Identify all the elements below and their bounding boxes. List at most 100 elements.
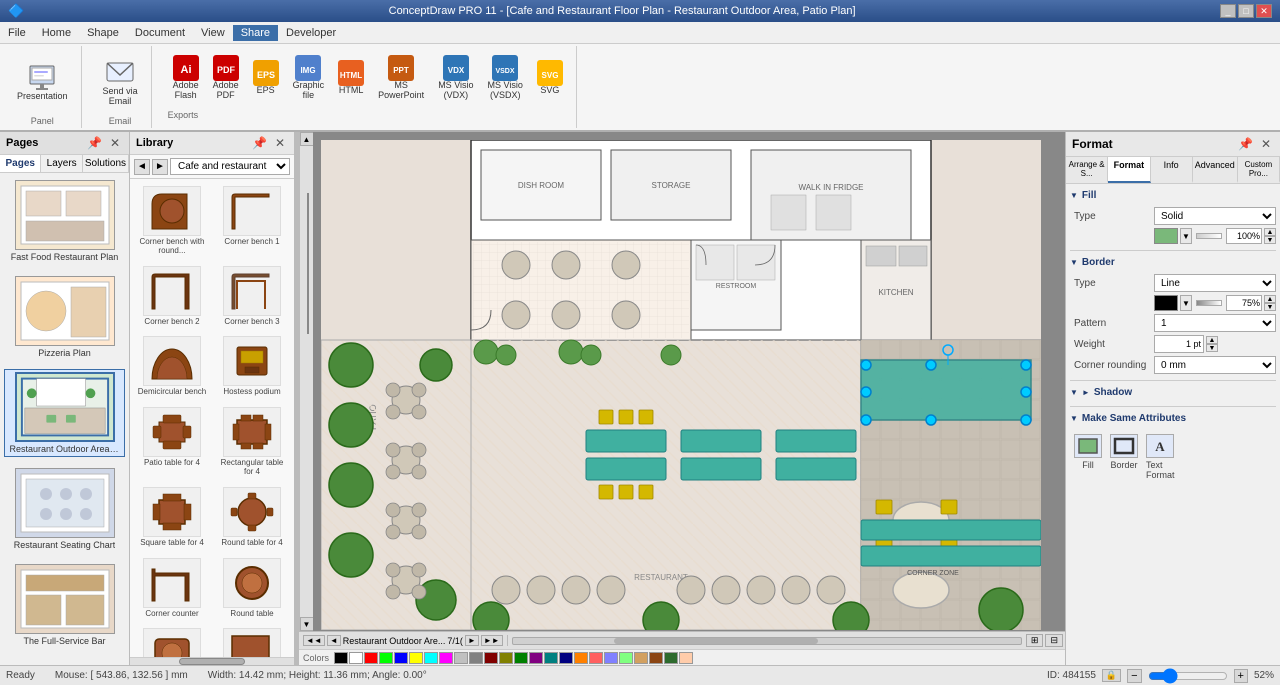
border-weight-up[interactable]: ▲ — [1206, 336, 1218, 344]
fill-opacity-down[interactable]: ▼ — [1264, 236, 1276, 244]
shadow-section-header[interactable]: ► Shadow — [1070, 385, 1276, 400]
ribbon-btn-svg[interactable]: SVG SVG — [532, 57, 568, 99]
library-scroll-thumb[interactable] — [179, 658, 245, 665]
lib-item-hostess-podium[interactable]: Hostess podium — [214, 333, 290, 400]
border-color-swatch[interactable] — [1154, 295, 1178, 311]
ribbon-btn-powerpoint[interactable]: PPT MSPowerPoint — [373, 52, 429, 104]
color-brown[interactable] — [649, 652, 663, 664]
page-item-fastfood[interactable]: Fast Food Restaurant Plan — [4, 177, 125, 265]
format-close-button[interactable]: ✕ — [1258, 136, 1274, 152]
border-weight-down[interactable]: ▼ — [1206, 344, 1218, 352]
fill-type-select[interactable]: Solid — [1154, 207, 1276, 225]
menu-home[interactable]: Home — [34, 25, 79, 41]
fill-opacity-slider[interactable] — [1196, 233, 1222, 239]
menu-view[interactable]: View — [193, 25, 233, 41]
library-next-button[interactable]: ► — [152, 159, 168, 175]
color-olive[interactable] — [499, 652, 513, 664]
color-red[interactable] — [364, 652, 378, 664]
menu-share[interactable]: Share — [233, 25, 278, 41]
ftab-custom[interactable]: Custom Pro... — [1238, 157, 1280, 183]
page-next-button[interactable]: ► — [465, 635, 479, 646]
pages-pin-button[interactable]: 📌 — [84, 135, 105, 151]
pages-close-button[interactable]: ✕ — [107, 135, 123, 151]
page-item-fullservice[interactable]: The Full-Service Bar — [4, 561, 125, 649]
border-type-select[interactable]: Line — [1154, 274, 1276, 292]
fill-opacity-up[interactable]: ▲ — [1264, 228, 1276, 236]
ribbon-btn-visio-vsdx[interactable]: VSDX MS Visio(VSDX) — [483, 52, 528, 104]
zoom-slider[interactable] — [1148, 670, 1228, 682]
page-item-outdoor[interactable]: Restaurant Outdoor Area, Pati... — [4, 369, 125, 457]
color-navy[interactable] — [559, 652, 573, 664]
minimize-button[interactable]: _ — [1220, 4, 1236, 18]
fill-color-swatch[interactable] — [1154, 228, 1178, 244]
lib-item-corner-bench-round[interactable]: Corner bench with round... — [134, 183, 210, 259]
border-color-dropdown-btn[interactable]: ▼ — [1180, 295, 1192, 311]
fill-color-dropdown-btn[interactable]: ▼ — [1180, 228, 1192, 244]
format-pin-button[interactable]: 📌 — [1235, 136, 1256, 152]
vscroll-up-button[interactable]: ▲ — [300, 132, 314, 146]
vscroll-thumb[interactable] — [307, 193, 309, 334]
ribbon-btn-html[interactable]: HTML HTML — [333, 57, 369, 99]
tab-layers[interactable]: Layers — [41, 155, 82, 172]
maximize-button[interactable]: □ — [1238, 4, 1254, 18]
menu-shape[interactable]: Shape — [79, 25, 127, 41]
ftab-advanced[interactable]: Advanced — [1193, 157, 1238, 183]
color-cyan[interactable] — [424, 652, 438, 664]
color-dk-green[interactable] — [664, 652, 678, 664]
hscroll-thumb[interactable] — [614, 638, 817, 644]
ribbon-btn-eps[interactable]: EPS EPS — [248, 57, 284, 99]
color-lime[interactable] — [379, 652, 393, 664]
status-zoom-in-button[interactable]: + — [1234, 669, 1248, 683]
lib-item-square-table-round[interactable]: Square table with round... — [134, 625, 210, 657]
lib-item-rect-table-4[interactable]: Rectangular table for 4 — [214, 404, 290, 480]
color-magenta[interactable] — [439, 652, 453, 664]
page-first-button[interactable]: ◄◄ — [303, 635, 325, 646]
color-yellow[interactable] — [409, 652, 423, 664]
color-black[interactable] — [334, 652, 348, 664]
color-orange[interactable] — [574, 652, 588, 664]
color-maroon[interactable] — [484, 652, 498, 664]
border-opacity-input[interactable] — [1226, 295, 1262, 311]
ribbon-btn-email[interactable]: Send viaEmail — [98, 52, 143, 110]
color-blue[interactable] — [394, 652, 408, 664]
page-prev-button[interactable]: ◄ — [327, 635, 341, 646]
border-opacity-up[interactable]: ▲ — [1264, 295, 1276, 303]
border-pattern-select[interactable]: 1 — [1154, 314, 1276, 332]
library-close-button[interactable]: ✕ — [272, 135, 288, 151]
ribbon-btn-visio-vdx[interactable]: VDX MS Visio(VDX) — [433, 52, 478, 104]
lib-item-corner-bench-3[interactable]: Corner bench 3 — [214, 263, 290, 330]
status-lock-button[interactable]: 🔒 — [1102, 669, 1121, 682]
vscroll-down-button[interactable]: ▼ — [300, 617, 314, 631]
ribbon-btn-graphic[interactable]: IMG Graphicfile — [288, 52, 330, 104]
page-item-seating[interactable]: Restaurant Seating Chart — [4, 465, 125, 553]
border-section-header[interactable]: Border — [1070, 255, 1276, 270]
lib-item-square-table-4[interactable]: Square table for 4 — [134, 484, 210, 551]
border-opacity-down[interactable]: ▼ — [1264, 303, 1276, 311]
lib-item-corner-bench-1[interactable]: Corner bench 1 — [214, 183, 290, 259]
ribbon-btn-adobe-flash[interactable]: Ai AdobeFlash — [168, 52, 204, 104]
ribbon-btn-presentation[interactable]: Presentation — [12, 57, 73, 105]
color-teal[interactable] — [544, 652, 558, 664]
lib-item-round-table-4[interactable]: Round table for 4 — [214, 484, 290, 551]
lib-item-demicircular-bench[interactable]: Demicircular bench — [134, 333, 210, 400]
ftab-format[interactable]: Format — [1108, 157, 1150, 183]
canvas-zoom-fit-button[interactable]: ⊟ — [1045, 634, 1063, 647]
color-lt-blue[interactable] — [604, 652, 618, 664]
make-same-fill[interactable]: Fill — [1074, 434, 1102, 480]
fill-section-header[interactable]: Fill — [1070, 188, 1276, 203]
lib-item-round-table[interactable]: Round table — [214, 555, 290, 622]
border-weight-input[interactable] — [1154, 335, 1204, 353]
library-pin-button[interactable]: 📌 — [249, 135, 270, 151]
color-coral[interactable] — [589, 652, 603, 664]
color-white[interactable] — [349, 652, 363, 664]
status-zoom-out-button[interactable]: − — [1127, 669, 1141, 683]
color-lt-green[interactable] — [619, 652, 633, 664]
color-gray[interactable] — [469, 652, 483, 664]
menu-document[interactable]: Document — [127, 25, 193, 41]
library-category-select[interactable]: Cafe and restaurant — [170, 158, 290, 175]
lib-item-patio-table-4[interactable]: Patio table for 4 — [134, 404, 210, 480]
color-peach[interactable] — [679, 652, 693, 664]
make-same-border[interactable]: Border — [1110, 434, 1138, 480]
make-same-text-format[interactable]: A TextFormat — [1146, 434, 1175, 480]
page-item-pizzeria[interactable]: Pizzeria Plan — [4, 273, 125, 361]
